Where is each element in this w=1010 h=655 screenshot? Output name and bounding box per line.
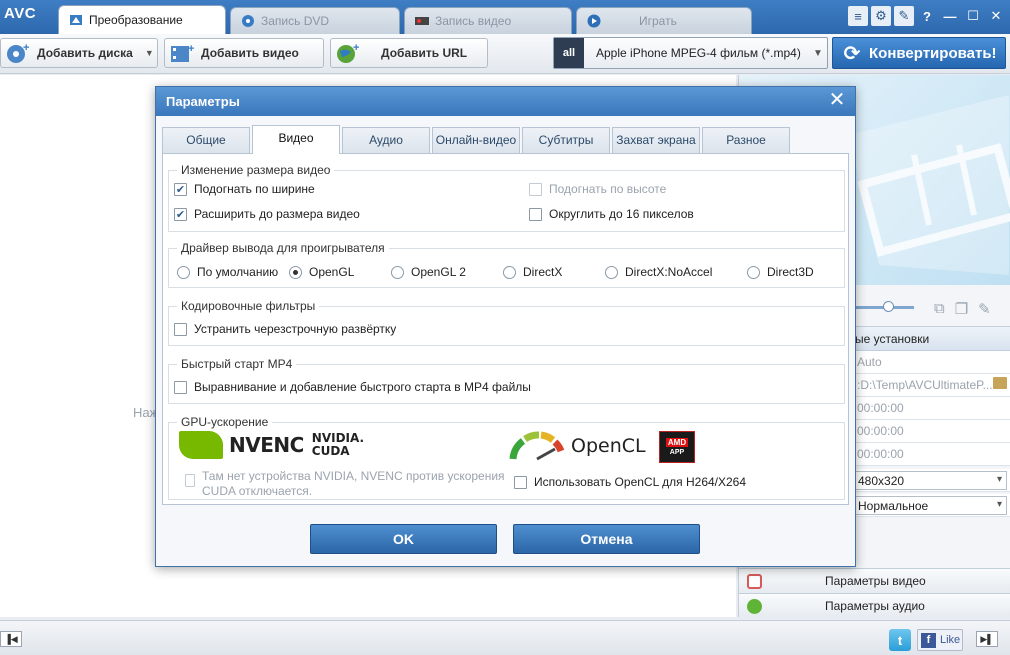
add-video-icon: + [169,42,195,64]
tab-misc[interactable]: Разное [702,127,790,153]
mp4-faststart-checkbox[interactable]: Выравнивание и добавление быстрого старт… [174,380,531,394]
driver-directx-noaccel-radio[interactable]: DirectX:NoAccel [605,265,712,279]
quality-select[interactable]: Нормальное [853,496,1007,515]
chevron-down-icon: ▼ [144,48,154,58]
tab-screen-capture[interactable]: Захват экрана [612,127,700,153]
audio-settings-icon [747,599,762,614]
profile-icon: all [554,38,584,68]
facebook-like-button[interactable]: f Like [917,629,963,651]
resize-group: Изменение размера видео ✔ Подогнать по ш… [168,163,845,232]
twitter-icon[interactable]: t [889,629,911,651]
tab-online-video[interactable]: Онлайн-видео [432,127,520,153]
copy-icon[interactable]: ❐ [955,300,968,318]
minimize-icon[interactable]: — [940,6,960,26]
app-logo: AVC [4,5,37,22]
globe-icon: + [335,42,361,64]
tab-dvd-burn[interactable]: Запись DVD [230,7,400,34]
facebook-icon: f [921,632,936,648]
svg-text:+: + [23,42,29,54]
audio-params-button[interactable]: Параметры аудио [739,593,1010,618]
refresh-icon: ⟳ [843,42,861,65]
parameters-dialog: Параметры ✕ Общие Видео Аудио Онлайн-вид… [155,86,856,567]
help-icon[interactable]: ? [917,6,937,26]
driver-opengl2-radio[interactable]: OpenGL 2 [391,265,466,279]
nvidia-disabled-checkbox: Там нет устройства NVIDIA, NVENC против … [185,469,505,499]
gauge-icon [509,431,565,461]
collapse-right-icon[interactable]: ▶▌ [976,631,998,647]
tab-play[interactable]: Играть [576,7,752,34]
fit-width-checkbox[interactable]: ✔ Подогнать по ширине [174,182,315,196]
ok-button[interactable]: OK [310,524,497,554]
nvidia-cuda-logo: NVIDIA. CUDA [311,431,365,458]
mp4-faststart-group: Быстрый старт MP4 Выравнивание и добавле… [168,357,845,404]
title-bar: AVC Преобразование Запись DVD Запись вид… [0,0,1010,34]
volume-slider-knob[interactable] [883,301,894,312]
cancel-button[interactable]: Отмена [513,524,700,554]
tab-audio[interactable]: Аудио [342,127,430,153]
driver-direct3d-radio[interactable]: Direct3D [747,265,814,279]
maximize-icon[interactable]: ☐ [963,6,983,26]
driver-default-radio[interactable]: По умолчанию [177,265,278,279]
disc-icon [241,14,255,28]
play-icon [587,14,601,28]
gear-icon[interactable]: ⚙ [871,6,891,26]
output-driver-group: Драйвер вывода для проигрывателя По умол… [168,241,845,288]
snapshot-icon[interactable]: ⧉ [934,300,945,318]
convert-button[interactable]: ⟳ Конвертировать! [832,37,1006,69]
add-disc-button[interactable]: + Добавить диска ▼ [0,38,158,68]
video-params-button[interactable]: Параметры видео [739,568,1010,593]
amd-app-logo: AMD APP [659,431,695,463]
add-disc-icon: + [5,42,31,64]
add-url-button[interactable]: + Добавить URL [330,38,488,68]
window-controls: ≡ ⚙ ✎ ? — ☐ ✕ [848,6,1006,26]
encoding-filters-group: Кодировочные фильтры Устранить черезстро… [168,299,845,346]
add-video-button[interactable]: + Добавить видео [164,38,324,68]
expand-checkbox[interactable]: ✔ Расширить до размера видео [174,207,360,221]
driver-directx-radio[interactable]: DirectX [503,265,562,279]
tools-icon[interactable]: ✎ [978,300,991,318]
video-settings-icon [747,574,762,589]
tab-convert[interactable]: Преобразование [58,5,226,34]
svg-text:+: + [188,43,194,55]
round16-checkbox[interactable]: Округлить до 16 пикселов [529,207,694,221]
nvidia-nvenc-logo: NVENC NVIDIA. CUDA [179,431,364,459]
size-select[interactable]: 480x320 [853,471,1007,490]
dialog-close-icon[interactable]: ✕ [827,90,847,110]
deinterlace-checkbox[interactable]: Устранить черезстрочную развёртку [174,322,396,336]
video-tab-content: Изменение размера видео ✔ Подогнать по ш… [162,153,849,505]
checkbox-checked-icon: ✔ [174,207,187,221]
list-icon[interactable]: ≡ [848,6,868,26]
fit-height-checkbox: Подогнать по высоте [529,182,666,196]
status-bar: ▐◀ t f Like ▶▌ [0,620,1010,655]
checkbox-checked-icon: ✔ [174,182,187,196]
wrench-icon[interactable]: ✎ [894,6,914,26]
record-icon [415,14,429,28]
driver-opengl-radio[interactable]: OpenGL [289,265,354,279]
convert-icon [69,13,83,27]
folder-icon[interactable] [993,377,1007,389]
dialog-title: Параметры [156,87,855,116]
output-profile-select[interactable]: all Apple iPhone MPEG-4 фильм (*.mp4) ▼ [553,37,828,69]
tab-video[interactable]: Видео [252,125,340,154]
opencl-logo: OpenCL [509,431,646,461]
gpu-acceleration-group: GPU-ускорение NVENC NVIDIA. CUDA OpenCL [168,415,845,500]
tab-general[interactable]: Общие [162,127,250,153]
use-opencl-checkbox[interactable]: Использовать OpenCL для H264/X264 [514,475,746,489]
nvidia-eye-icon [179,431,223,459]
tab-record-video[interactable]: Запись видео [404,7,572,34]
collapse-left-icon[interactable]: ▐◀ [0,631,22,647]
chevron-down-icon: ▼ [813,47,823,59]
svg-text:+: + [353,42,359,54]
tab-subtitles[interactable]: Субтитры [522,127,610,153]
toolbar: + Добавить диска ▼ + Добавить видео + До… [0,34,1010,74]
close-icon[interactable]: ✕ [986,6,1006,26]
